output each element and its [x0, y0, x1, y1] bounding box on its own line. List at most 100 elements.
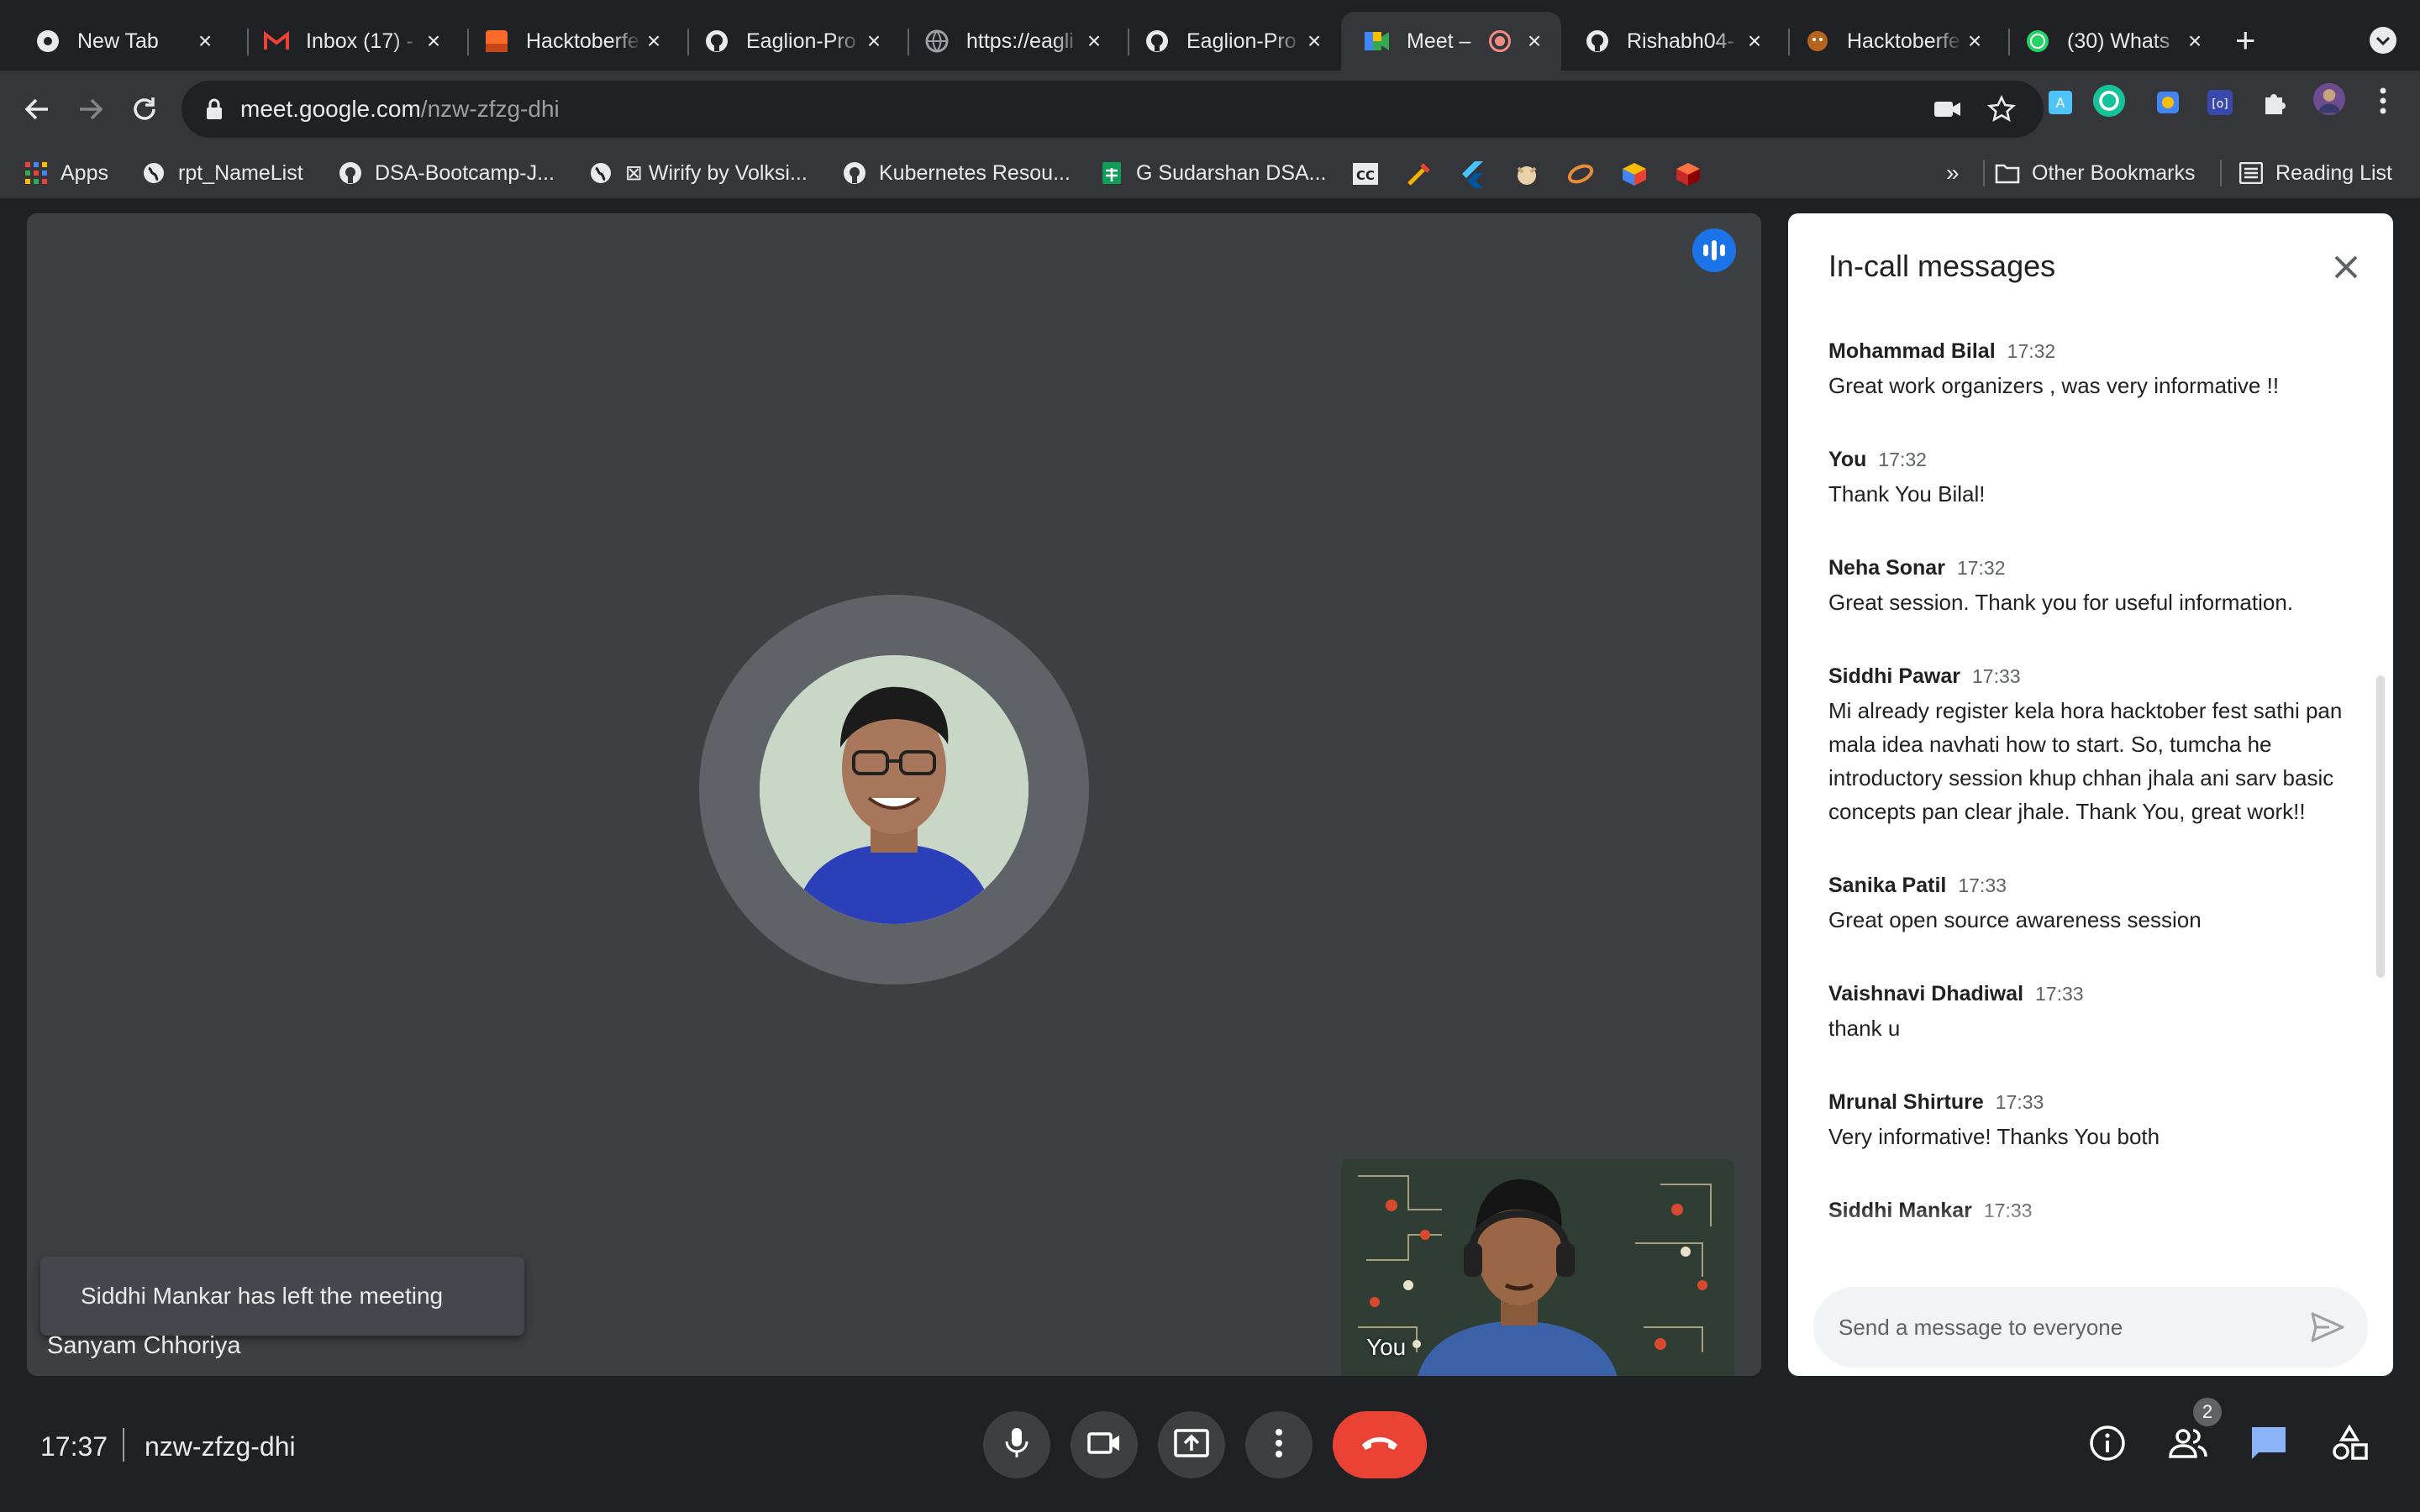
tab-title: New Tab	[77, 29, 159, 53]
bookmark-label: DSA-Bootcamp-J...	[375, 160, 555, 185]
chat-message: You 17:32 Thank You Bilal!	[1828, 448, 2349, 511]
bookmark-flutter-icon[interactable]	[1459, 160, 1487, 188]
close-icon[interactable]	[2328, 249, 2365, 286]
tab-close-icon[interactable]: ×	[422, 28, 445, 55]
tab-title: (30) Whats	[2067, 29, 2170, 53]
chat-scrollbar[interactable]	[2376, 675, 2385, 978]
address-bar[interactable]: meet.google.com/nzw-zfzg-dhi	[182, 81, 2044, 138]
tab-hacktoberfest-1[interactable]: Hacktoberfe ×	[460, 12, 681, 71]
message-text: Thank You Bilal!	[1828, 481, 1986, 507]
camera-button[interactable]	[1071, 1411, 1138, 1478]
tab-eagli-url[interactable]: https://eagli ×	[901, 12, 1121, 71]
tab-close-icon[interactable]: ×	[862, 28, 886, 55]
bookmark-apps[interactable]: Apps	[24, 148, 108, 198]
bookmark-tools-icon[interactable]	[1405, 160, 1434, 188]
bookmark-cube-icon[interactable]	[1674, 160, 1702, 188]
activities-button[interactable]	[2328, 1423, 2371, 1467]
speaking-indicator-icon	[1692, 228, 1736, 272]
present-screen-icon	[1174, 1428, 1209, 1462]
bookmark-cc-icon[interactable]: CC	[1351, 160, 1380, 188]
reading-list[interactable]: Reading List	[2238, 148, 2392, 198]
lock-icon[interactable]	[205, 97, 224, 121]
tab-rishabh[interactable]: Rishabh04- ×	[1561, 12, 1781, 71]
tab-title: Inbox (17) -	[306, 29, 413, 53]
bookmark-label: rpt_NameList	[178, 160, 303, 185]
chat-input-box[interactable]	[1813, 1287, 2368, 1368]
people-button[interactable]	[2166, 1423, 2210, 1467]
bookmark-dsa-bootcamp[interactable]: DSA-Bootcamp-J...	[338, 148, 555, 198]
tab-inbox[interactable]: Inbox (17) - ×	[240, 12, 460, 71]
tab-close-icon[interactable]: ×	[193, 28, 217, 55]
grammarly-icon[interactable]	[2092, 84, 2126, 118]
tab-meet[interactable]: Meet – ×	[1341, 12, 1561, 71]
bookmark-wirify[interactable]: ⊠ Wirify by Volksi...	[588, 148, 808, 198]
self-video-tile[interactable]: You	[1341, 1159, 1734, 1376]
tab-close-icon[interactable]: ×	[1302, 28, 1326, 55]
tab-search-chevron-icon[interactable]	[2368, 25, 2398, 60]
chat-icon	[2250, 1425, 2287, 1465]
bookmark-mascot-icon[interactable]	[1512, 160, 1541, 188]
bookmark-ring-icon[interactable]	[1566, 160, 1595, 188]
reading-list-label: Reading List	[2275, 160, 2392, 185]
message-list[interactable]: Mohammad Bilal 17:32 Great work organizer…	[1828, 339, 2349, 1247]
hacktoberfest-icon	[1805, 29, 1830, 54]
tab-close-icon[interactable]: ×	[1743, 28, 1766, 55]
more-vert-icon	[1275, 1428, 1283, 1462]
tab-hacktoberfest-2[interactable]: Hacktoberfe ×	[1781, 12, 2002, 71]
bookmark-kubernetes[interactable]: Kubernetes Resou...	[842, 148, 1071, 198]
microphone-button[interactable]	[983, 1411, 1050, 1478]
message-sender: You	[1828, 448, 1867, 471]
tab-whatsapp[interactable]: (30) Whats ×	[2002, 12, 2222, 71]
tab-eaglion-1[interactable]: Eaglion-Pro ×	[681, 12, 901, 71]
extension-bracket-icon[interactable]: [o]	[2203, 86, 2237, 119]
browser-menu-icon[interactable]	[2366, 84, 2400, 118]
tab-close-icon[interactable]: ×	[1082, 28, 1106, 55]
meeting-details-button[interactable]	[2086, 1423, 2129, 1467]
browser-toolbar: meet.google.com/nzw-zfzg-dhi A [o] Apps …	[0, 71, 2420, 198]
extension-translate-icon[interactable]: A	[2044, 86, 2077, 119]
globe-icon	[141, 160, 166, 186]
tab-close-icon[interactable]: ×	[1523, 28, 1546, 55]
svg-text:[o]: [o]	[2212, 97, 2228, 111]
new-tab-button[interactable]: +	[2235, 20, 2256, 60]
reload-button[interactable]	[121, 86, 168, 133]
tab-eaglion-2[interactable]: Eaglion-Pro ×	[1121, 12, 1341, 71]
tab-new-tab[interactable]: New Tab ×	[12, 12, 232, 71]
present-screen-button[interactable]	[1158, 1411, 1225, 1478]
bookmarks-overflow-button[interactable]: »	[1946, 148, 1960, 198]
back-button[interactable]	[13, 86, 60, 133]
chat-button[interactable]	[2247, 1423, 2291, 1467]
chat-message-input[interactable]	[1839, 1314, 2292, 1341]
message-time: 17:33	[1958, 874, 2007, 896]
tab-close-icon[interactable]: ×	[1963, 28, 1986, 55]
extension-capture-icon[interactable]	[2151, 86, 2185, 119]
tab-close-icon[interactable]: ×	[642, 28, 666, 55]
chat-message: Neha Sonar 17:32 Great session. Thank you…	[1828, 556, 2349, 619]
tab-close-icon[interactable]: ×	[2183, 28, 2207, 55]
bookmark-box-icon[interactable]	[1620, 160, 1649, 188]
forward-button[interactable]	[67, 86, 114, 133]
bookmark-star-icon[interactable]	[1985, 92, 2018, 126]
chat-message: Sanika Patil 17:33 Great open source awar…	[1828, 874, 2349, 937]
send-icon[interactable]	[2309, 1309, 2346, 1346]
bookmark-rpt-namelist[interactable]: rpt_NameList	[141, 148, 303, 198]
message-sender: Mrunal Shirture	[1828, 1090, 1984, 1114]
reading-list-icon	[2238, 160, 2264, 186]
profile-avatar[interactable]	[2312, 82, 2346, 116]
message-text: Very informative! Thanks You both	[1828, 1124, 2160, 1149]
hang-up-icon	[1360, 1435, 1400, 1456]
message-sender: Sanika Patil	[1828, 874, 1947, 897]
browser-tab-strip: New Tab × Inbox (17) - × Hacktoberfe × E…	[0, 0, 2420, 71]
github-icon	[842, 160, 867, 186]
message-list-fade	[1788, 1205, 2393, 1255]
message-text: Great open source awareness session	[1828, 907, 2202, 932]
bookmark-label: G Sudarshan DSA...	[1136, 160, 1327, 185]
extensions-puzzle-icon[interactable]	[2257, 86, 2291, 119]
message-time: 17:33	[1971, 665, 2021, 687]
bookmark-sudarshan-dsa[interactable]: G Sudarshan DSA...	[1099, 148, 1327, 198]
more-options-button[interactable]	[1245, 1411, 1313, 1478]
main-participant-name: Sanyam Chhoriya	[47, 1332, 241, 1359]
leave-call-button[interactable]	[1333, 1411, 1427, 1478]
camera-in-use-icon[interactable]	[1931, 92, 1965, 126]
other-bookmarks[interactable]: Other Bookmarks	[1995, 148, 2196, 198]
